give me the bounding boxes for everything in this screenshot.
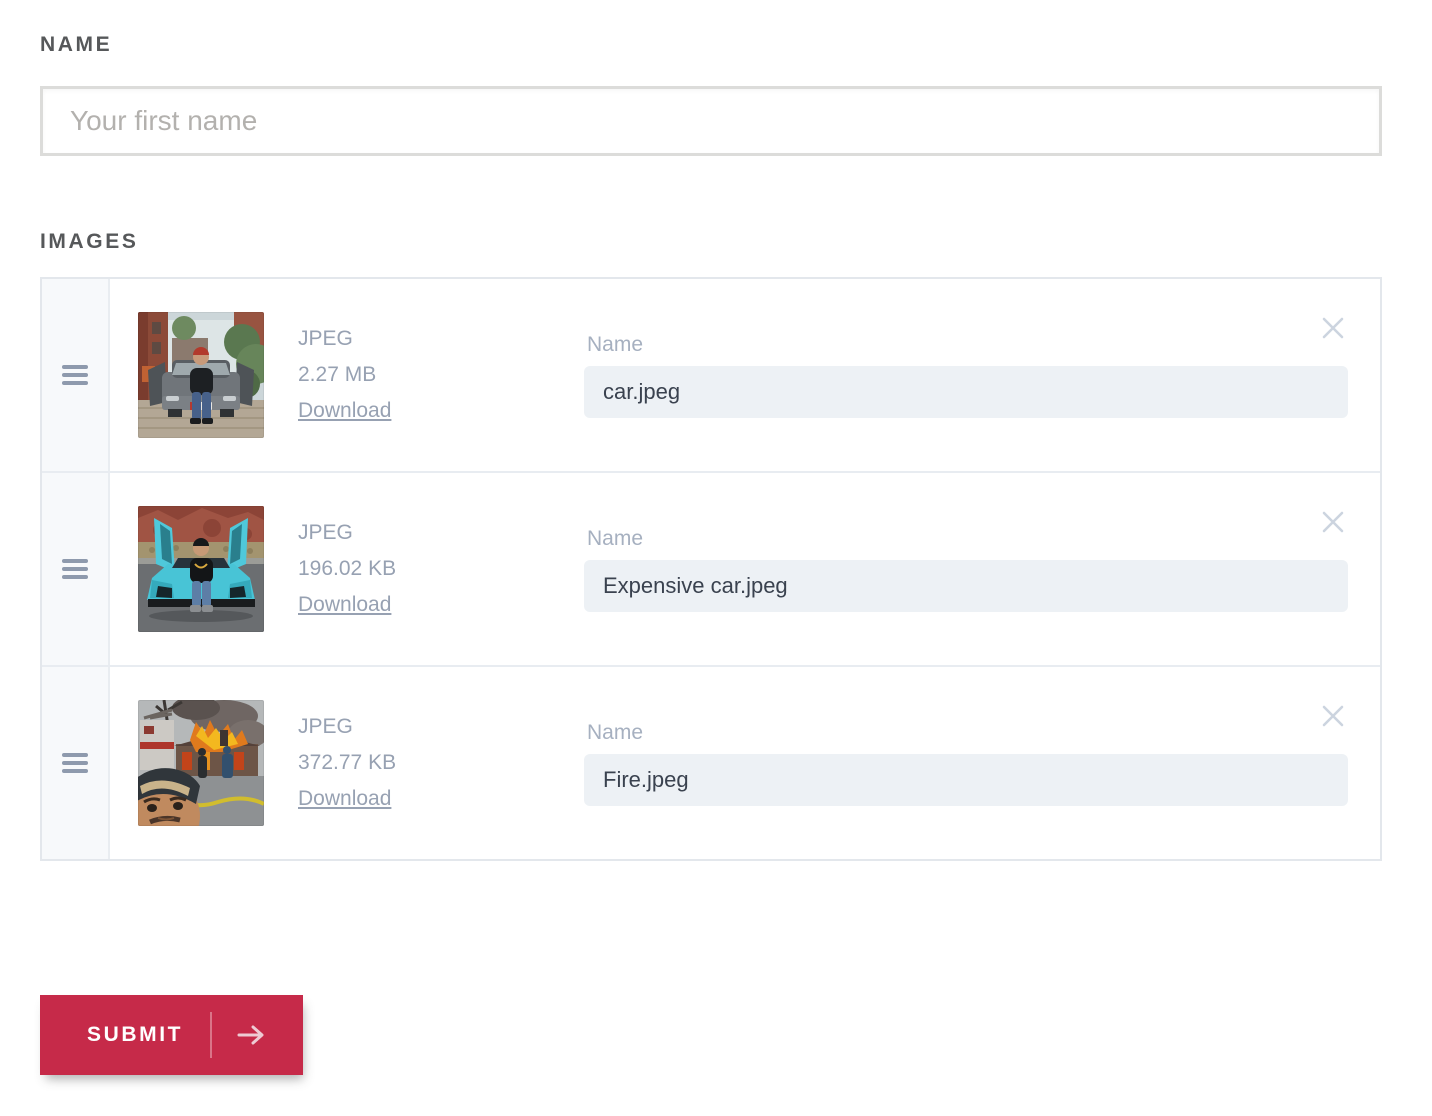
name-field-group: Name: [584, 333, 1348, 418]
drag-handle-cell[interactable]: [42, 667, 110, 859]
image-thumbnail-expensive-car: [138, 506, 264, 632]
drag-handle-cell[interactable]: [42, 279, 110, 471]
name-field-label: Name: [587, 721, 1348, 745]
image-row-content: JPEG 372.77 KB Download Name: [110, 667, 1380, 859]
remove-image-button[interactable]: [1320, 315, 1346, 341]
file-format: JPEG: [298, 709, 584, 745]
drag-handle-icon: [62, 559, 88, 579]
images-list: JPEG 2.27 MB Download Name: [40, 277, 1382, 861]
submit-button[interactable]: SUBMIT: [40, 995, 303, 1075]
file-size: 196.02 KB: [298, 551, 584, 587]
image-name-input[interactable]: [584, 754, 1348, 806]
form-page: NAME IMAGES: [0, 0, 1432, 1075]
image-name-input[interactable]: [584, 366, 1348, 418]
name-field-group: Name: [584, 527, 1348, 612]
arrow-right-icon: [236, 1023, 266, 1047]
name-field-label: Name: [587, 527, 1348, 551]
download-link[interactable]: Download: [298, 787, 391, 810]
image-row-content: JPEG 196.02 KB Download Name: [110, 473, 1380, 665]
file-format: JPEG: [298, 321, 584, 357]
file-meta: JPEG 372.77 KB Download: [298, 709, 584, 817]
close-icon: [1320, 509, 1346, 535]
drag-handle-cell[interactable]: [42, 473, 110, 665]
image-row-car: JPEG 2.27 MB Download Name: [42, 279, 1380, 471]
remove-image-button[interactable]: [1320, 509, 1346, 535]
file-meta: JPEG 196.02 KB Download: [298, 515, 584, 623]
images-section-label: IMAGES: [40, 230, 1382, 254]
download-link[interactable]: Download: [298, 593, 391, 616]
file-meta: JPEG 2.27 MB Download: [298, 321, 584, 429]
name-field-group: Name: [584, 721, 1348, 806]
image-row-content: JPEG 2.27 MB Download Name: [110, 279, 1380, 471]
file-size: 372.77 KB: [298, 745, 584, 781]
drag-handle-icon: [62, 365, 88, 385]
remove-image-button[interactable]: [1320, 703, 1346, 729]
name-field-label: Name: [587, 333, 1348, 357]
submit-button-label: SUBMIT: [87, 1023, 183, 1047]
file-size: 2.27 MB: [298, 357, 584, 393]
close-icon: [1320, 315, 1346, 341]
image-name-input[interactable]: [584, 560, 1348, 612]
first-name-input[interactable]: [40, 86, 1382, 156]
download-link[interactable]: Download: [298, 399, 391, 422]
image-thumbnail-fire: [138, 700, 264, 826]
submit-button-divider: [210, 1012, 212, 1058]
close-icon: [1320, 703, 1346, 729]
image-thumbnail-car: [138, 312, 264, 438]
image-row-fire: JPEG 372.77 KB Download Name: [42, 665, 1380, 859]
file-format: JPEG: [298, 515, 584, 551]
drag-handle-icon: [62, 753, 88, 773]
name-section-label: NAME: [40, 33, 1382, 57]
image-row-expensive-car: JPEG 196.02 KB Download Name: [42, 471, 1380, 665]
